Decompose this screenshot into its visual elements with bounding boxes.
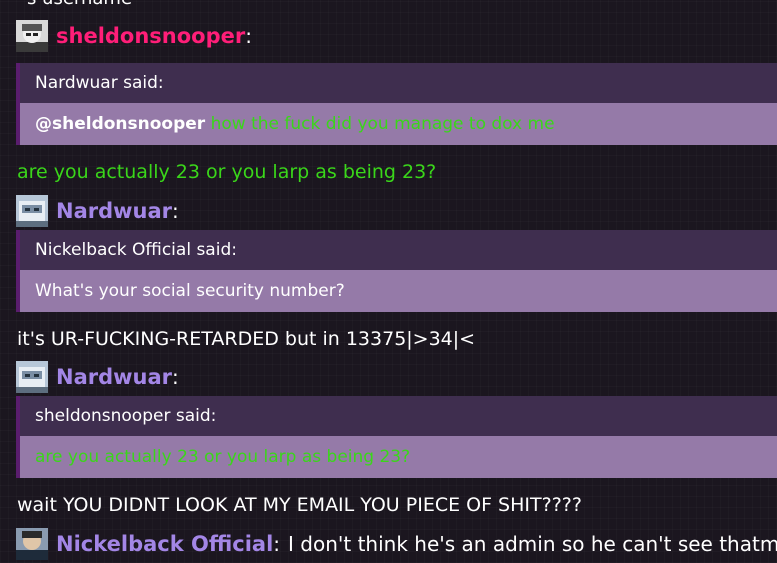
message-text: are you actually 23 or you larp as being… (17, 161, 437, 183)
quote-attribution[interactable]: Nardwuar said: (20, 63, 777, 103)
quote-text: What's your social security number? (20, 270, 777, 312)
message-header: Nickelback Official : I don't think he's… (16, 527, 777, 561)
user-avatar[interactable] (16, 361, 48, 393)
username-link[interactable]: sheldonsnooper (56, 23, 245, 49)
name-separator: : (172, 365, 179, 389)
username-link[interactable]: Nardwuar (56, 364, 172, 390)
quote-attribution[interactable]: sheldonsnooper said: (20, 396, 777, 436)
user-avatar[interactable] (16, 195, 48, 227)
quote-content: @sheldonsnooper how the fuck did you man… (20, 103, 777, 145)
username-link[interactable]: Nardwuar (56, 198, 172, 224)
quote-text: how the fuck did you manage to dox me (210, 114, 555, 134)
user-avatar[interactable] (16, 528, 48, 560)
quote-block: Nickelback Official said: What's your so… (16, 230, 777, 312)
message-text: wait YOU DIDNT LOOK AT MY EMAIL YOU PIEC… (17, 494, 582, 516)
message-header: sheldonsnooper : (16, 19, 252, 53)
username-link[interactable]: Nickelback Official (56, 531, 273, 557)
quote-block: sheldonsnooper said: are you actually 23… (16, 396, 777, 478)
name-separator: : (245, 24, 252, 48)
quote-attribution[interactable]: Nickelback Official said: (20, 230, 777, 270)
name-separator: : (273, 532, 281, 556)
chat-log: 's username sheldonsnooper : Nardwuar sa… (0, 0, 777, 563)
user-avatar[interactable] (16, 20, 48, 52)
previous-message-fragment: 's username (22, 0, 132, 8)
quote-text: are you actually 23 or you larp as being… (20, 436, 777, 478)
name-separator: : (172, 199, 179, 223)
message-text: it's UR-FUCKING-RETARDED but in 13375|>3… (17, 328, 476, 350)
message-text: I don't think he's an admin so he can't … (288, 532, 777, 556)
quote-block: Nardwuar said: @sheldonsnooper how the f… (16, 63, 777, 145)
mention-link[interactable]: @sheldonsnooper (35, 114, 205, 134)
message-header: Nardwuar : (16, 360, 179, 394)
message-header: Nardwuar : (16, 194, 179, 228)
